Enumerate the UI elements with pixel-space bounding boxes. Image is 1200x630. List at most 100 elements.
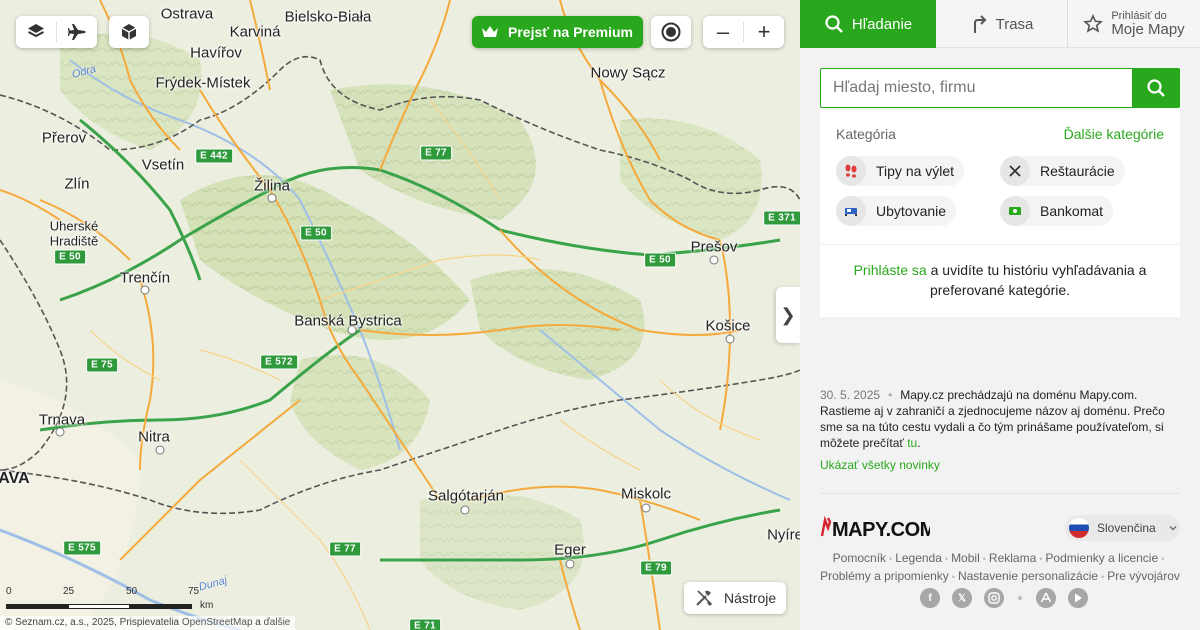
tab-route[interactable]: Trasa: [936, 0, 1068, 48]
mapy-logo-graphic: MAPY.COM: [820, 515, 936, 541]
more-categories-link[interactable]: Ďalšie kategórie: [1064, 126, 1164, 142]
city-label: Trenčín: [119, 269, 171, 287]
news-item: 30. 5. 2025 • Mapy.cz prechádzajú na domén…: [820, 388, 1165, 450]
footer-link[interactable]: Mobil: [951, 551, 980, 565]
city-label: Hradiště: [49, 233, 99, 249]
login-link[interactable]: Prihláste sa: [854, 262, 927, 278]
categories-card: Kategória Ďalšie kategórie Tipy na výlet…: [820, 108, 1180, 317]
tab-search[interactable]: Hľadanie: [800, 0, 936, 48]
road-shield: E 50: [54, 249, 86, 265]
news-end: .: [917, 436, 921, 450]
social-links: f 𝕏: [920, 588, 1088, 608]
scale-tick: 75: [188, 586, 200, 597]
footer-link[interactable]: Problémy a pripomienky: [820, 569, 949, 583]
scale-unit: km: [200, 600, 214, 611]
road-shield: E 442: [195, 148, 233, 164]
city-label: Bielsko-Biała: [284, 8, 372, 26]
map-canvas[interactable]: Ostrava Bielsko-Biała Havířov Karviná Fr…: [0, 0, 800, 630]
road-shield: E 79: [640, 560, 672, 576]
city-label: Košice: [705, 317, 751, 335]
category-restaurants[interactable]: Reštaurácie: [1000, 156, 1125, 186]
x-icon[interactable]: 𝕏: [952, 588, 972, 608]
tab-login-main: Moje Mapy: [1111, 21, 1185, 38]
tools-button[interactable]: Nástroje: [684, 582, 787, 614]
search-input[interactable]: [820, 68, 1132, 108]
scale-tick: 25: [63, 586, 75, 597]
city-label: Nyíre: [767, 526, 800, 544]
star-icon: [1083, 14, 1104, 33]
view-3d-button[interactable]: [109, 16, 149, 48]
mapy-logo[interactable]: MAPY.COM: [820, 515, 936, 541]
zoom-in-button[interactable]: +: [744, 16, 784, 48]
city-label: AVA: [0, 470, 30, 487]
map-copyright: © Seznam.cz, a.s., 2025, Prispievatelia …: [0, 616, 296, 630]
category-label: Reštaurácie: [1040, 163, 1115, 179]
category-label: Tipy na výlet: [876, 163, 955, 179]
facebook-icon[interactable]: f: [920, 588, 940, 608]
footer-link[interactable]: Podmienky a licencie: [1045, 551, 1158, 565]
search-icon: [825, 15, 843, 33]
city-label: Trnava: [38, 411, 86, 429]
flight-mode-button[interactable]: [57, 16, 97, 48]
news-read-link[interactable]: tu: [907, 436, 917, 450]
road-shield: E 50: [300, 225, 332, 241]
road-shield: E 77: [420, 145, 452, 161]
route-arrow-icon: [973, 15, 987, 33]
search-icon: [1147, 79, 1165, 97]
footer-link[interactable]: Legenda: [895, 551, 942, 565]
logo-text: MAPY.COM: [832, 519, 930, 540]
tools-icon: [696, 590, 713, 607]
footer-links-row-1: Pomocník • Legenda • Mobil • Reklama • Podmienky…: [832, 551, 1165, 565]
locate-me-button[interactable]: [651, 16, 691, 48]
scale-tick: 0: [6, 586, 12, 597]
road-shield: E 371: [763, 210, 800, 226]
collapse-panel-button[interactable]: ❯: [776, 287, 800, 343]
location-target-icon: [661, 22, 681, 42]
premium-label: Prejsť na Premium: [508, 24, 633, 40]
show-all-news-link[interactable]: Ukázať všetky novinky: [820, 458, 940, 472]
locate-control: [651, 16, 691, 48]
city-label: Karviná: [229, 23, 281, 41]
tab-route-label: Trasa: [995, 15, 1034, 33]
tab-search-label: Hľadanie: [851, 15, 913, 33]
divider: [820, 493, 1180, 494]
premium-button[interactable]: Prejsť na Premium: [472, 16, 643, 48]
footer-link[interactable]: Pre vývojárov: [1107, 569, 1180, 583]
road-shield: E 575: [63, 540, 101, 556]
category-label: Ubytovanie: [876, 203, 947, 219]
footer-links-row-2: Problémy a pripomienky • Nastavenie person…: [820, 569, 1180, 583]
more-contributors-link[interactable]: ďalšie: [264, 617, 291, 628]
footer-link[interactable]: Reklama: [989, 551, 1036, 565]
zoom-out-button[interactable]: –: [703, 16, 743, 48]
city-label: Uherské: [49, 218, 99, 234]
layers-button[interactable]: [16, 16, 56, 48]
city-label: Eger: [554, 541, 586, 559]
categories-label: Kategória: [836, 126, 896, 142]
app-store-icon[interactable]: [1036, 588, 1056, 608]
footer-link[interactable]: Nastavenie personalizácie: [958, 569, 1098, 583]
tools-label: Nástroje: [724, 590, 777, 606]
chevron-down-icon: [1169, 526, 1177, 531]
city-label: Zlín: [64, 175, 90, 193]
slovak-flag-icon: [1069, 518, 1089, 538]
tab-my-maps[interactable]: Prihlásiť do Moje Mapy: [1068, 0, 1200, 48]
city-label: Miskolc: [620, 485, 672, 503]
city-label: Žilina: [254, 177, 290, 195]
language-select[interactable]: Slovenčina: [1065, 515, 1180, 541]
road-shield: E 77: [329, 541, 361, 557]
login-prompt: Prihláste sa a uvidíte tu históriu vyhľa…: [820, 260, 1180, 300]
road-shield: E 572: [260, 354, 298, 370]
zoom-controls: – +: [703, 16, 784, 48]
google-play-icon[interactable]: [1068, 588, 1088, 608]
category-atm[interactable]: Bankomat: [1000, 196, 1114, 226]
cube-icon: [121, 24, 137, 40]
city-label: Přerov: [41, 129, 87, 147]
city-label: Havířov: [190, 44, 242, 62]
category-accommodation[interactable]: Ubytovanie: [836, 196, 957, 226]
osm-link[interactable]: OpenStreetMap: [182, 617, 253, 628]
road-shield: E 71: [409, 618, 441, 630]
search-submit-button[interactable]: [1132, 68, 1180, 108]
instagram-icon[interactable]: [984, 588, 1004, 608]
footer-link[interactable]: Pomocník: [833, 551, 886, 565]
category-trips[interactable]: Tipy na výlet: [836, 156, 965, 186]
